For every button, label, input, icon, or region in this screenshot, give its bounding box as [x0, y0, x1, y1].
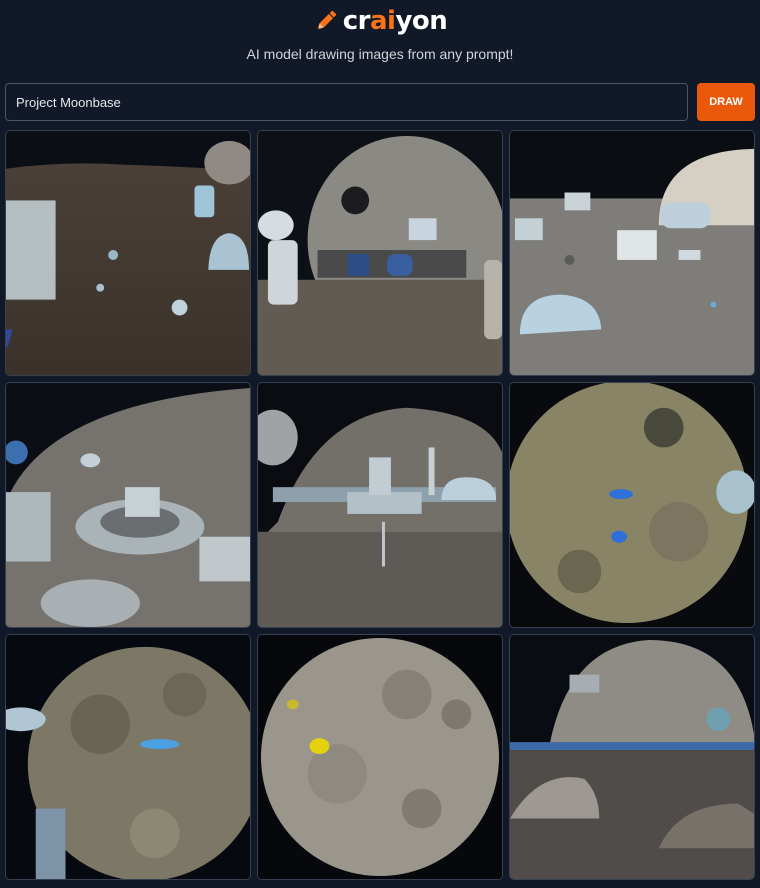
draw-button[interactable]: DRAW — [697, 83, 755, 121]
pencil-icon — [313, 8, 339, 34]
tagline: AI model drawing images from any prompt! — [246, 46, 514, 62]
result-image-2[interactable] — [257, 130, 503, 376]
result-image-6[interactable] — [509, 382, 755, 628]
result-image-5[interactable] — [257, 382, 503, 628]
result-image-7[interactable] — [5, 634, 251, 880]
result-image-9[interactable] — [509, 634, 755, 880]
logo-text: craiyon — [342, 6, 448, 36]
result-image-1[interactable] — [5, 130, 251, 376]
prompt-input[interactable] — [5, 83, 688, 121]
result-image-3[interactable] — [509, 130, 755, 376]
result-image-8[interactable] — [257, 634, 503, 880]
result-image-4[interactable] — [5, 382, 251, 628]
results-grid — [5, 130, 755, 880]
header: craiyon AI model drawing images from any… — [0, 0, 760, 80]
craiyon-logo[interactable]: craiyon — [0, 6, 760, 36]
